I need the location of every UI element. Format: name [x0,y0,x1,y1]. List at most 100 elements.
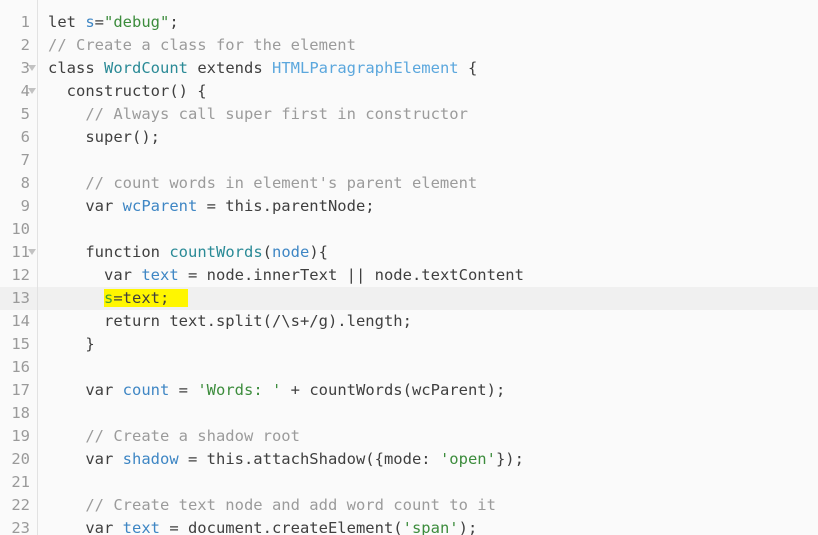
gutter-divider [37,0,38,535]
code-text[interactable]: var text = document.createElement('span'… [48,517,477,535]
line-number: 22 [11,496,30,514]
code-line[interactable]: 20 var shadow = this.attachShadow({mode:… [0,448,818,471]
code-token: ; [169,13,179,31]
code-token: class [48,59,104,77]
code-text[interactable]: // Create a class for the element [48,34,356,57]
code-token: 'Words: ' [197,381,282,399]
code-line[interactable]: 19 // Create a shadow root [0,425,818,448]
code-token: var [48,519,123,535]
code-token: // Create text node and add word count t… [48,496,496,514]
code-text[interactable]: constructor() { [48,80,207,103]
line-number: 23 [11,519,30,535]
line-number: 9 [20,197,30,215]
code-token: s [85,13,95,31]
code-token: = this.attachShadow({mode: [178,450,440,468]
code-token: shadow [122,450,179,468]
code-text[interactable]: super(); [48,126,160,149]
code-token: count [122,381,170,399]
code-token: var [48,450,123,468]
code-token: ){ [309,243,328,261]
code-token: 'span' [402,519,459,535]
code-text[interactable]: // Always call super first in constructo… [48,103,468,126]
code-line[interactable]: 13 s=text; [0,287,818,310]
code-line[interactable]: 22 // Create text node and add word coun… [0,494,818,517]
code-token: var [48,381,123,399]
fold-triangle-down-icon[interactable] [28,65,36,71]
code-token: = [169,381,198,399]
line-number: 12 [11,266,30,284]
code-lines-container[interactable]: 1 let s="debug"; 2 // Create a class for th… [0,11,818,535]
line-number: 20 [11,450,30,468]
fold-triangle-down-icon[interactable] [28,249,36,255]
code-token: "debug" [104,13,170,31]
line-number: 16 [11,358,30,376]
code-token: }); [495,450,524,468]
code-line[interactable]: 2 // Create a class for the element [0,34,818,57]
line-number: 5 [20,105,30,123]
line-number: 8 [20,174,30,192]
highlighted-token: =text; [113,289,170,307]
code-line[interactable]: 18 [0,402,818,425]
line-number: 11 [11,243,30,261]
code-text[interactable]: // Create a shadow root [48,425,300,448]
code-line[interactable]: 4 constructor() { [0,80,818,103]
code-token: wcParent [122,197,198,215]
code-token: } [48,335,95,353]
code-editor[interactable]: 1 let s="debug"; 2 // Create a class for th… [0,0,818,535]
code-token: let [48,13,86,31]
code-text[interactable]: class WordCount extends HTMLParagraphEle… [48,57,477,80]
code-token: // Create a class for the element [48,36,356,54]
code-token: text [141,266,179,284]
code-text[interactable]: function countWords(node){ [48,241,328,264]
code-line[interactable]: 6 super(); [0,126,818,149]
code-token: ); [458,519,478,535]
code-line[interactable]: 14 return text.split(/\s+/g).length; [0,310,818,333]
code-text[interactable]: let s="debug"; [48,11,179,34]
code-text[interactable]: var text = node.innerText || node.textCo… [48,264,524,287]
code-token: text [122,519,160,535]
code-text[interactable]: // Create text node and add word count t… [48,494,496,517]
code-token: countWords [169,243,263,261]
code-line[interactable]: 7 [0,149,818,172]
code-line[interactable]: 8 // count words in element's parent ele… [0,172,818,195]
code-token: super(); [48,128,160,146]
code-line[interactable]: 10 [0,218,818,241]
code-line[interactable]: 16 [0,356,818,379]
code-text[interactable]: var wcParent = this.parentNode; [48,195,374,218]
code-token: var [48,197,123,215]
code-line[interactable]: 11 function countWords(node){ [0,241,818,264]
code-text[interactable]: return text.split(/\s+/g).length; [48,310,412,333]
line-number: 21 [11,473,30,491]
line-number: 17 [11,381,30,399]
code-line[interactable]: 17 var count = 'Words: ' + countWords(wc… [0,379,818,402]
code-line[interactable]: 23 var text = document.createElement('sp… [0,517,818,535]
code-text[interactable]: var shadow = this.attachShadow({mode: 'o… [48,448,524,471]
code-token: HTMLParagraphElement [272,59,459,77]
code-line[interactable]: 1 let s="debug"; [0,11,818,34]
code-token: // Always call super first in constructo… [48,105,468,123]
code-line[interactable]: 21 [0,471,818,494]
code-token: node [272,243,310,261]
code-line[interactable]: 3 class WordCount extends HTMLParagraphEl… [0,57,818,80]
code-text[interactable]: var count = 'Words: ' + countWords(wcPar… [48,379,505,402]
code-line[interactable]: 15 } [0,333,818,356]
code-text[interactable]: } [48,333,95,356]
code-token: var [48,266,142,284]
line-number: 4 [20,82,30,100]
code-line[interactable]: 5 // Always call super first in construc… [0,103,818,126]
code-token: constructor() { [48,82,207,100]
fold-triangle-down-icon[interactable] [28,88,36,94]
code-token: // count words in element's parent eleme… [48,174,478,192]
code-token: + countWords(wcParent); [281,381,506,399]
code-text[interactable]: s=text; [48,287,189,310]
line-number: 6 [20,128,30,146]
code-line[interactable]: 9 var wcParent = this.parentNode; [0,195,818,218]
code-line[interactable]: 12 var text = node.innerText || node.tex… [0,264,818,287]
line-number: 3 [20,59,30,77]
highlighted-token [169,289,189,307]
line-number: 2 [20,36,30,54]
code-token: extends [188,59,272,77]
code-token: 'open' [439,450,496,468]
code-text[interactable]: // count words in element's parent eleme… [48,172,477,195]
